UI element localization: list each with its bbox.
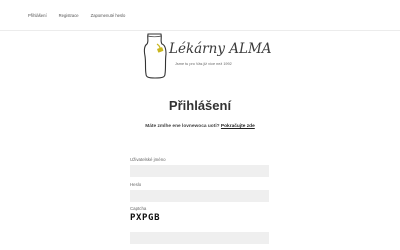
- nav-link-register[interactable]: Registrace: [59, 13, 79, 18]
- captcha-image: PXPGB: [130, 212, 161, 223]
- username-input[interactable]: [130, 165, 269, 177]
- nav-link-login[interactable]: Přihlášení: [28, 13, 47, 18]
- register-note: Máte zmlhe ene lovnewoca uoti? Pokračujt…: [0, 124, 400, 129]
- password-input[interactable]: [130, 190, 269, 202]
- password-label: Heslo: [130, 182, 142, 187]
- captcha-label: Captcha: [130, 206, 147, 211]
- jar-icon: [143, 33, 167, 79]
- brand-name: Lékárny ALMA: [169, 41, 272, 57]
- top-navigation: Přihlášení Registrace Zapomenuté heslo: [0, 0, 400, 30]
- nav-link-forgot-password[interactable]: Zapomenuté heslo: [91, 13, 126, 18]
- register-link[interactable]: Pokračujte zde: [221, 124, 255, 129]
- page-title: Přihlášení: [168, 98, 232, 113]
- nav-divider: [0, 30, 400, 31]
- brand-tagline: Jsme tu pro Vás již více než 1992: [175, 62, 232, 66]
- brand-logo[interactable]: Lékárny ALMA Jsme tu pro Vás již více ne…: [140, 32, 272, 82]
- register-question: Máte zmlhe ene lovnewoca uoti?: [145, 124, 221, 129]
- username-label: Uživatelské jméno: [130, 157, 166, 162]
- captcha-input[interactable]: [130, 232, 269, 244]
